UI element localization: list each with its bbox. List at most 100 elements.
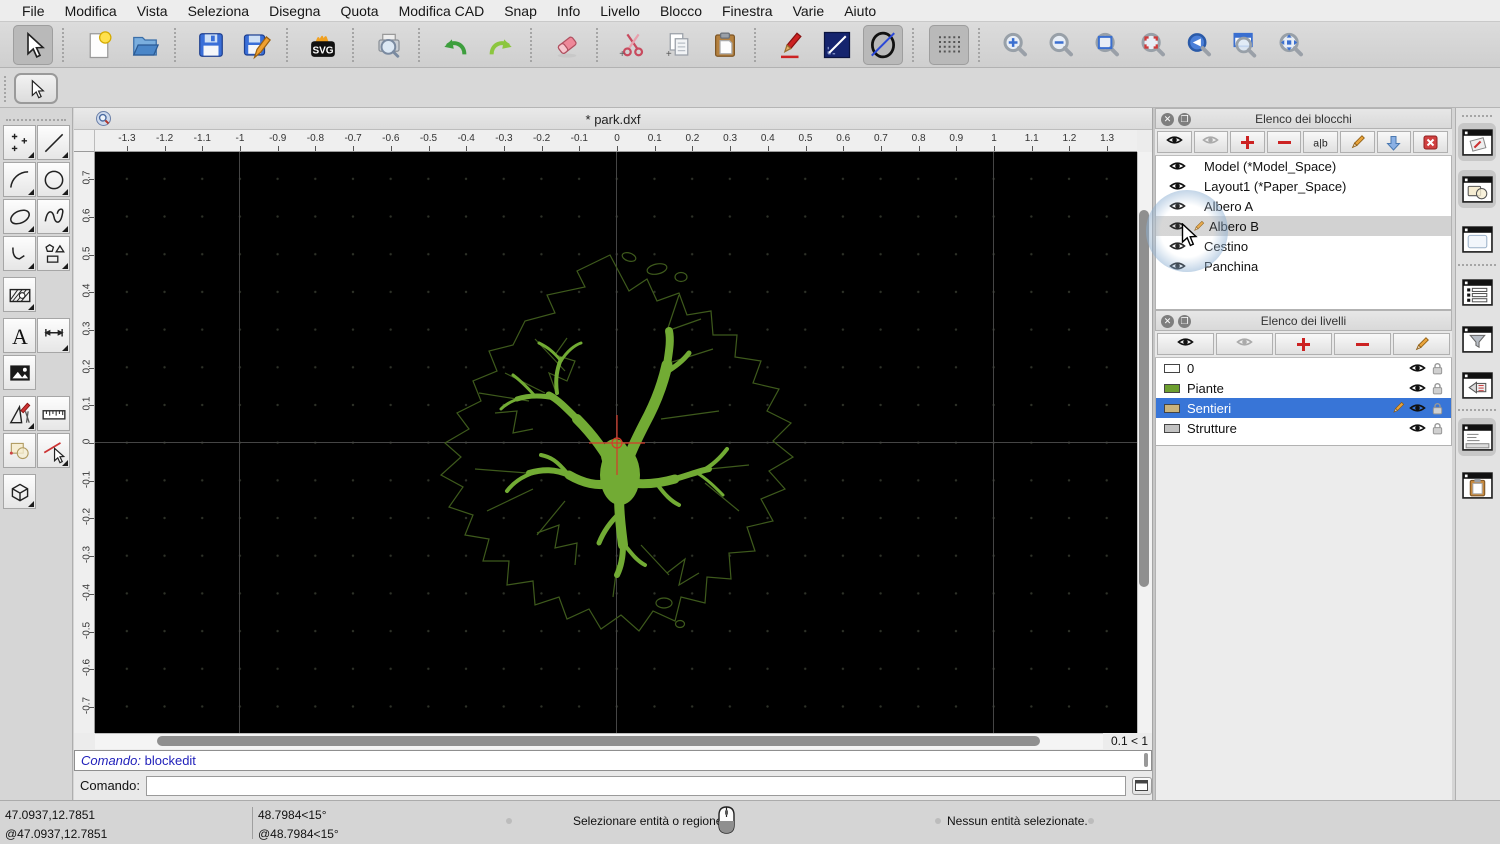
empty-panel-dock-button[interactable] xyxy=(1458,220,1496,258)
layer-row[interactable]: Piante xyxy=(1156,378,1451,398)
shapes-tool-button[interactable] xyxy=(37,236,70,271)
menu-info[interactable]: Info xyxy=(547,0,590,22)
zoom-in-button[interactable] xyxy=(995,25,1035,65)
block-panel-close-button[interactable]: ✕ xyxy=(1161,113,1174,126)
cut-button[interactable]: + xyxy=(613,25,653,65)
undo-button[interactable] xyxy=(435,25,475,65)
command-history-scrollbar[interactable] xyxy=(1144,753,1148,767)
layer-row[interactable]: Sentieri xyxy=(1156,398,1451,418)
ellipse-draw-button[interactable] xyxy=(863,24,903,65)
menu-snap[interactable]: Snap xyxy=(494,0,547,22)
points-tool-button[interactable] xyxy=(3,125,36,160)
layer-panel-close-button[interactable]: ✕ xyxy=(1161,315,1174,328)
new-file-button[interactable] xyxy=(79,25,119,65)
layer-lock-icon[interactable] xyxy=(1430,381,1445,396)
solid-tool-button[interactable] xyxy=(3,474,36,509)
vertical-scrollbar-thumb[interactable] xyxy=(1139,210,1149,587)
svg-export-button[interactable]: SVG xyxy=(303,25,343,65)
command-panel-dock-button[interactable] xyxy=(1458,418,1496,456)
redo-button[interactable] xyxy=(481,25,521,65)
menu-livello[interactable]: Livello xyxy=(590,0,650,22)
layer-visibility-eye-icon[interactable] xyxy=(1409,362,1426,374)
zoom-auto-button[interactable] xyxy=(1087,25,1127,65)
insert-block-button[interactable] xyxy=(1376,131,1412,153)
line-draw-button[interactable] xyxy=(817,25,857,65)
zoom-pan-button[interactable] xyxy=(1271,25,1311,65)
command-options-button[interactable] xyxy=(1131,776,1152,795)
text-tool-button[interactable]: A xyxy=(3,318,36,353)
add-layer-button[interactable] xyxy=(1275,333,1332,355)
block-panel-float-button[interactable]: ❐ xyxy=(1178,113,1191,126)
spline-tool-button[interactable] xyxy=(37,199,70,234)
copy-button[interactable]: + xyxy=(659,25,699,65)
property-editor-dock-button[interactable] xyxy=(1458,123,1496,161)
visibility-eye-icon[interactable] xyxy=(1169,180,1186,192)
polyline-tool-button[interactable] xyxy=(3,236,36,271)
layer-visibility-eye-icon[interactable] xyxy=(1409,422,1426,434)
ellipse-tool-button[interactable] xyxy=(3,199,36,234)
layer-lock-icon[interactable] xyxy=(1430,361,1445,376)
menu-blocco[interactable]: Blocco xyxy=(650,0,712,22)
menu-file[interactable]: File xyxy=(12,0,55,22)
remove-layer-button[interactable] xyxy=(1334,333,1391,355)
modify-attributes-tool-button[interactable] xyxy=(37,433,70,468)
add-block-button[interactable] xyxy=(1230,131,1265,153)
menu-quota[interactable]: Quota xyxy=(330,0,388,22)
save-button[interactable] xyxy=(191,25,231,65)
menu-modifica-cad[interactable]: Modifica CAD xyxy=(389,0,495,22)
visibility-eye-icon[interactable] xyxy=(1169,240,1186,252)
block-row[interactable]: Model (*Model_Space) xyxy=(1156,156,1451,176)
layer-panel-float-button[interactable]: ❐ xyxy=(1178,315,1191,328)
block-row[interactable]: Albero B xyxy=(1156,216,1451,236)
block-row[interactable]: Panchina xyxy=(1156,256,1451,276)
block-row[interactable]: Layout1 (*Paper_Space) xyxy=(1156,176,1451,196)
line-tool-button[interactable] xyxy=(37,125,70,160)
image-tool-button[interactable] xyxy=(3,355,36,390)
hatch-tool-button[interactable] xyxy=(3,277,36,312)
menu-finestra[interactable]: Finestra xyxy=(712,0,783,22)
remove-block-button[interactable] xyxy=(1266,131,1302,153)
menu-vista[interactable]: Vista xyxy=(127,0,178,22)
pen-button[interactable] xyxy=(771,25,811,65)
edit-layer-button[interactable] xyxy=(1393,333,1450,355)
hide-all-layers-button[interactable] xyxy=(1216,333,1273,355)
grid-toggle-button[interactable] xyxy=(929,24,969,65)
command-input[interactable] xyxy=(145,775,1126,796)
selection-tool-button[interactable] xyxy=(3,433,36,468)
menu-varie[interactable]: Varie xyxy=(783,0,835,22)
modify-tool-button[interactable] xyxy=(3,396,36,431)
view-panel-dock-button[interactable] xyxy=(1458,366,1496,404)
menu-modifica[interactable]: Modifica xyxy=(55,0,127,22)
list-panel-dock-button[interactable] xyxy=(1458,273,1496,311)
menu-aiuto[interactable]: Aiuto xyxy=(834,0,886,22)
visibility-eye-icon[interactable] xyxy=(1169,220,1186,232)
open-folder-button[interactable] xyxy=(125,25,165,65)
selection-panel-dock-button[interactable] xyxy=(1458,170,1496,208)
block-row[interactable]: Cestino xyxy=(1156,236,1451,256)
arc-tool-button[interactable] xyxy=(3,162,36,197)
rename-block-button[interactable]: a|b xyxy=(1303,131,1338,153)
drawing-canvas[interactable] xyxy=(95,152,1137,733)
zoom-out-button[interactable] xyxy=(1041,25,1081,65)
zoom-selection-button[interactable] xyxy=(1133,25,1173,65)
block-row[interactable]: Albero A xyxy=(1156,196,1451,216)
visibility-eye-icon[interactable] xyxy=(1169,160,1186,172)
select-arrow-button[interactable] xyxy=(13,24,53,65)
measure-tool-button[interactable] xyxy=(37,396,70,431)
visibility-eye-icon[interactable] xyxy=(1169,200,1186,212)
visibility-eye-icon[interactable] xyxy=(1169,260,1186,272)
delete-block-button[interactable] xyxy=(1413,131,1448,153)
zoom-previous-button[interactable] xyxy=(1179,25,1219,65)
clipboard-panel-dock-button[interactable] xyxy=(1458,466,1496,504)
circle-tool-button[interactable] xyxy=(37,162,70,197)
layer-lock-icon[interactable] xyxy=(1430,401,1445,416)
show-all-layers-button[interactable] xyxy=(1157,333,1214,355)
selection-pointer-button[interactable] xyxy=(14,73,58,104)
menu-seleziona[interactable]: Seleziona xyxy=(178,0,260,22)
horizontal-scrollbar-thumb[interactable] xyxy=(157,736,1040,746)
dimension-tool-button[interactable] xyxy=(37,318,70,353)
filter-panel-dock-button[interactable] xyxy=(1458,320,1496,358)
layer-lock-icon[interactable] xyxy=(1430,421,1445,436)
zoom-window-button[interactable] xyxy=(1225,25,1265,65)
paste-button[interactable] xyxy=(705,25,745,65)
